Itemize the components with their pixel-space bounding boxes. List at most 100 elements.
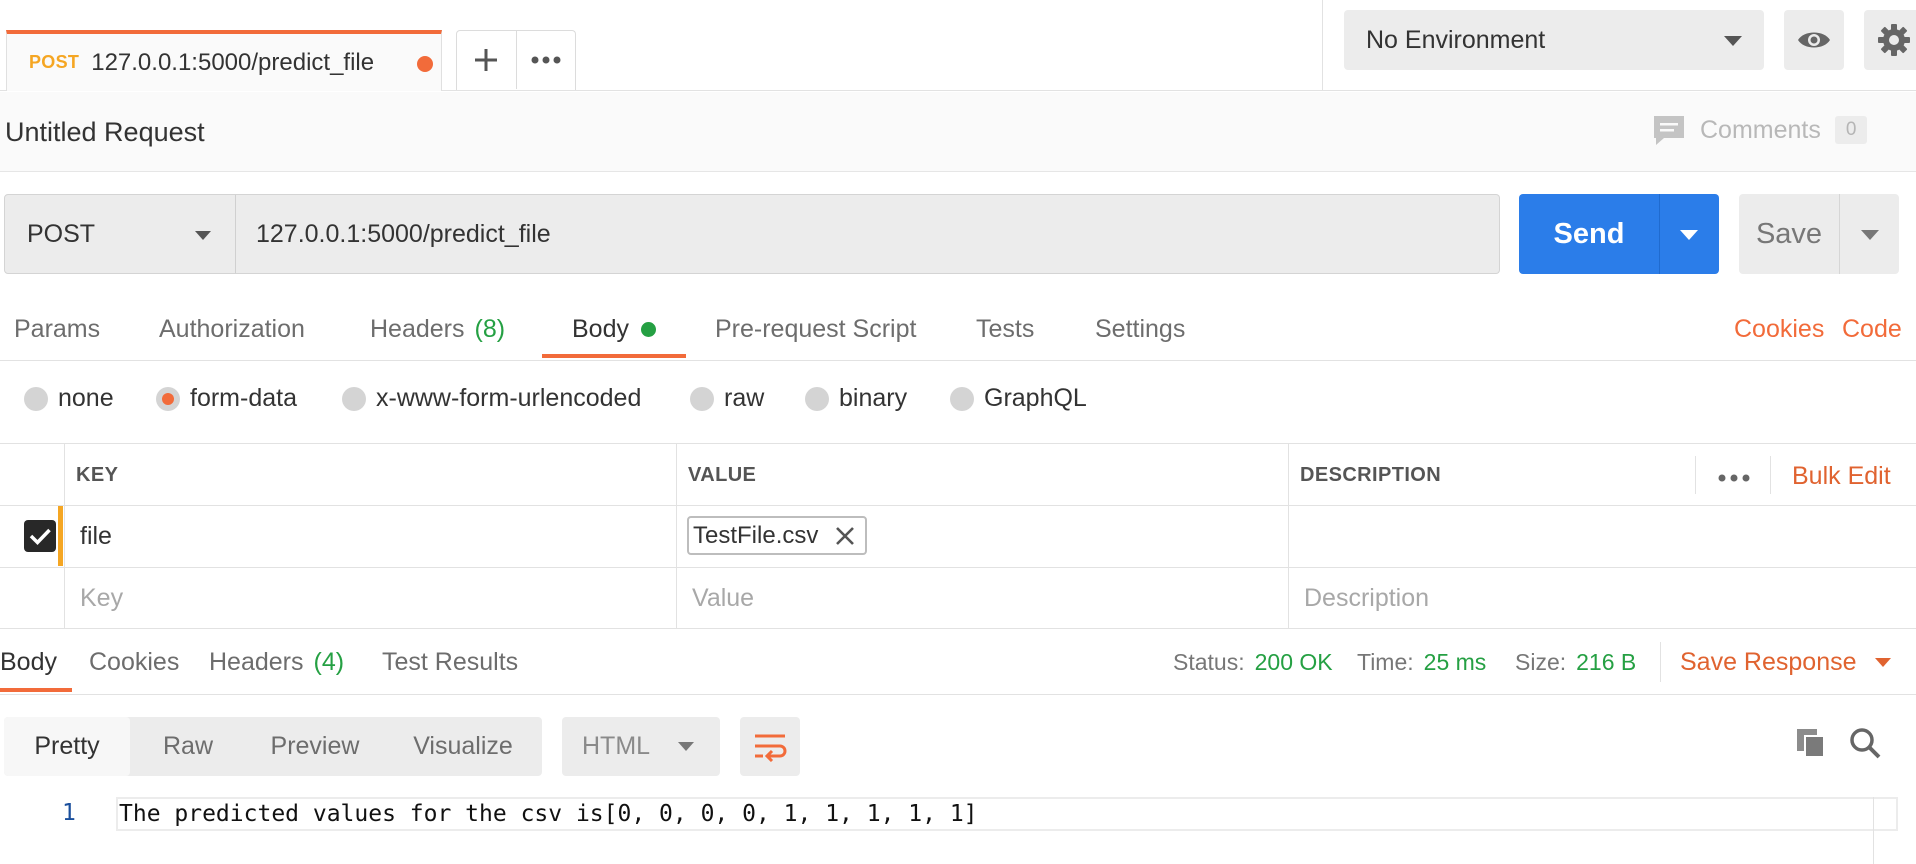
cookies-link[interactable]: Cookies: [1734, 298, 1824, 360]
tab-params-label: Params: [14, 314, 101, 343]
new-tab-button[interactable]: [457, 31, 516, 89]
save-button[interactable]: Save: [1739, 194, 1839, 274]
row-highlight-marker: [58, 506, 63, 566]
radio-circle-icon: [690, 386, 714, 411]
tab-headers-label: Headers: [370, 314, 465, 343]
response-headers-count-badge: (4): [313, 647, 345, 676]
divider: [1322, 0, 1323, 91]
format-visualize-button[interactable]: Visualize: [384, 717, 542, 776]
format-raw-button[interactable]: Raw: [130, 717, 246, 776]
comments-label: Comments: [1700, 115, 1821, 144]
tab-settings[interactable]: Settings: [1095, 298, 1185, 360]
radio-x-www-form-urlencoded[interactable]: x-www-form-urlencoded: [342, 384, 641, 413]
response-format-group: Pretty Raw Preview Visualize: [4, 717, 542, 776]
save-response-button[interactable]: Save Response: [1680, 630, 1891, 694]
response-tab-body[interactable]: Body: [0, 630, 57, 694]
radio-binary[interactable]: binary: [805, 384, 907, 413]
environment-label: No Environment: [1366, 25, 1546, 54]
form-data-table: KEY VALUE DESCRIPTION Bulk Edit file Key…: [0, 444, 1916, 629]
tab-body[interactable]: Body: [572, 298, 656, 360]
response-tab-headers[interactable]: Headers (4): [209, 630, 344, 694]
comments-button[interactable]: Comments 0: [1652, 114, 1868, 146]
response-size: Size: 216 B: [1515, 630, 1636, 694]
tab-options-button[interactable]: [515, 31, 575, 89]
settings-button[interactable]: [1864, 10, 1916, 70]
active-tab-indicator: [542, 354, 686, 358]
copy-response-button[interactable]: [1794, 726, 1830, 762]
request-title-bar: [0, 92, 1916, 172]
radio-form-data[interactable]: form-data: [156, 384, 297, 413]
tab-authorization[interactable]: Authorization: [159, 298, 305, 360]
tab-pre-request-script[interactable]: Pre-request Script: [715, 298, 916, 360]
plus-icon: [475, 49, 498, 71]
row-description-cell[interactable]: [1300, 522, 1900, 562]
column-header-description: DESCRIPTION: [1300, 464, 1442, 486]
divider: [1288, 444, 1289, 629]
wrap-lines-button[interactable]: [740, 717, 800, 776]
format-pretty-button[interactable]: Pretty: [4, 717, 130, 776]
wrap-lines-icon: [755, 734, 787, 762]
response-tab-test-results-label: Test Results: [382, 647, 519, 676]
comments-count-badge: 0: [1834, 116, 1868, 144]
chevron-down-icon: [1724, 36, 1742, 46]
cookies-link-label: Cookies: [1734, 314, 1825, 343]
row-key-cell[interactable]: file: [80, 522, 112, 551]
response-tab-cookies-label: Cookies: [89, 647, 180, 676]
send-options-chevron-icon[interactable]: [1680, 230, 1698, 240]
radio-label: binary: [839, 384, 908, 412]
file-chip-name: TestFile.csv: [693, 521, 819, 549]
divider: [1660, 642, 1661, 682]
environment-quick-look-button[interactable]: [1784, 10, 1844, 70]
radio-none[interactable]: none: [24, 384, 114, 413]
new-key-input[interactable]: Key: [80, 584, 123, 613]
new-description-input[interactable]: Description: [1304, 584, 1429, 613]
request-tab[interactable]: POST 127.0.0.1:5000/predict_file: [6, 30, 442, 91]
eye-icon: [1798, 32, 1830, 48]
code-link[interactable]: Code: [1842, 298, 1902, 360]
row-enabled-checkbox[interactable]: [24, 520, 56, 552]
tab-params[interactable]: Params: [14, 298, 100, 360]
chevron-down-icon: [678, 742, 694, 751]
environment-select[interactable]: No Environment: [1344, 10, 1764, 70]
send-button[interactable]: Send: [1519, 194, 1659, 274]
body-type-selector: none form-data x-www-form-urlencoded raw…: [0, 362, 1916, 444]
url-input[interactable]: 127.0.0.1:5000/predict_file: [235, 194, 1500, 274]
divider: [1839, 194, 1840, 274]
save-options-chevron-icon[interactable]: [1861, 230, 1879, 240]
divider: [0, 628, 1916, 629]
response-body-line[interactable]: The predicted values for the csv is[0, 0…: [116, 797, 1898, 831]
language-select[interactable]: HTML: [562, 717, 720, 776]
table-options-button[interactable]: [1718, 469, 1750, 487]
radio-label: raw: [724, 384, 765, 412]
chevron-down-icon: [195, 231, 211, 240]
file-chip: TestFile.csv: [687, 516, 867, 555]
format-preview-button[interactable]: Preview: [246, 717, 384, 776]
radio-graphql[interactable]: GraphQL: [950, 384, 1087, 413]
tab-headers[interactable]: Headers (8): [370, 298, 505, 360]
radio-label: GraphQL: [984, 384, 1087, 412]
radio-label: none: [58, 384, 114, 412]
line-number: 1: [62, 800, 76, 826]
response-tab-cookies[interactable]: Cookies: [89, 630, 179, 694]
remove-file-icon[interactable]: [833, 524, 857, 548]
divider: [64, 444, 65, 629]
divider: [1695, 456, 1696, 494]
scrollbar-track[interactable]: [1873, 797, 1874, 864]
new-value-input[interactable]: Value: [692, 584, 754, 613]
time-value: 25 ms: [1423, 648, 1487, 675]
search-response-button[interactable]: [1848, 726, 1884, 762]
bulk-edit-link[interactable]: Bulk Edit: [1792, 462, 1891, 491]
radio-circle-icon: [24, 386, 48, 411]
radio-circle-icon: [950, 386, 974, 411]
tab-tests[interactable]: Tests: [976, 298, 1034, 360]
response-tab-test-results[interactable]: Test Results: [382, 630, 518, 694]
method-select[interactable]: POST: [4, 194, 236, 274]
request-title[interactable]: Untitled Request: [5, 117, 205, 148]
request-tab-url: 127.0.0.1:5000/predict_file: [91, 48, 375, 76]
radio-label: form-data: [190, 384, 297, 412]
body-has-content-dot-icon: [640, 321, 656, 337]
gear-icon: [1878, 24, 1910, 56]
radio-label: x-www-form-urlencoded: [376, 384, 642, 412]
radio-raw[interactable]: raw: [690, 384, 764, 413]
more-horizontal-icon: [1718, 474, 1750, 482]
